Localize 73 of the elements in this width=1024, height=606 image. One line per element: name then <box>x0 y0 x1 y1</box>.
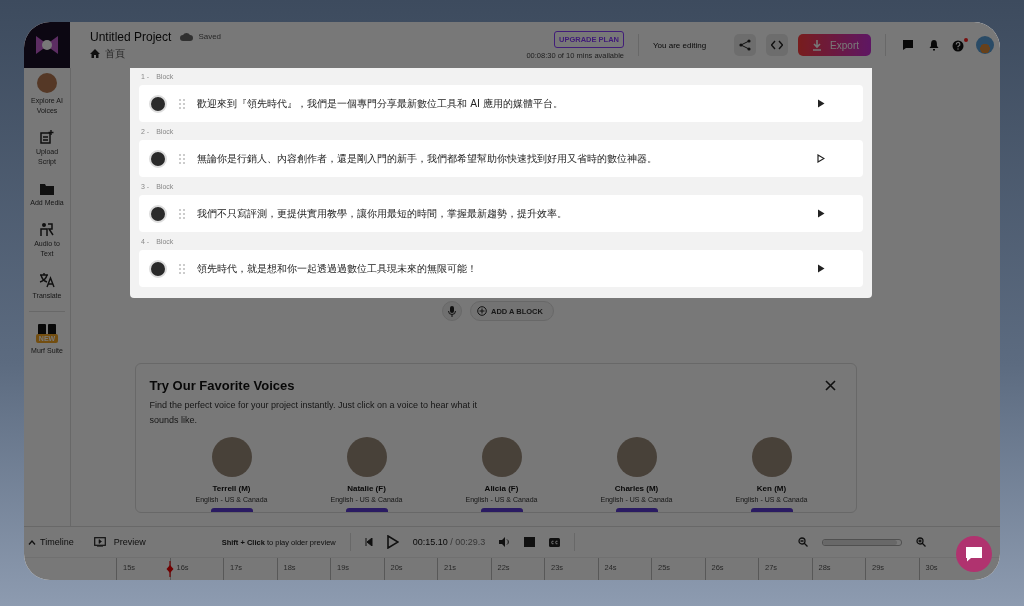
captions-icon[interactable] <box>549 537 561 547</box>
voice-button[interactable] <box>615 507 658 512</box>
microphone-button[interactable] <box>442 301 462 321</box>
chat-bubble-icon <box>965 546 983 562</box>
voice-avatar[interactable] <box>751 436 792 477</box>
drag-handle-icon[interactable] <box>179 263 185 274</box>
caret-icon <box>28 539 36 545</box>
play-icon[interactable] <box>817 264 825 273</box>
share-icon <box>739 39 752 51</box>
voice-avatar[interactable] <box>346 436 387 477</box>
voice-avatar[interactable] <box>616 436 657 477</box>
speaker-avatar[interactable] <box>149 94 167 113</box>
volume-icon[interactable] <box>499 537 511 547</box>
voice-name: Ken (M) <box>756 483 787 493</box>
code-icon <box>771 40 784 50</box>
speaker-avatar[interactable] <box>149 149 167 168</box>
playhead-marker[interactable] <box>166 561 174 577</box>
skip-back-icon[interactable] <box>364 538 373 546</box>
monitor-play-icon <box>93 537 106 547</box>
block-text[interactable]: 領先時代，就是想和你一起透過過數位工具現未來的無限可能！ <box>197 261 805 276</box>
voice-button[interactable] <box>750 507 793 512</box>
bell-icon[interactable] <box>928 39 940 51</box>
help-icon[interactable] <box>952 38 966 52</box>
folder-icon[interactable] <box>40 181 54 195</box>
voice-avatar[interactable] <box>481 436 522 477</box>
card-title: Try Our Favorite Voices <box>149 378 295 393</box>
speaker-person-icon[interactable] <box>40 221 54 236</box>
total-time: / 00:29.3 <box>450 537 486 547</box>
chat-icon[interactable] <box>902 39 914 51</box>
voice-name: Natalie (F) <box>347 483 386 493</box>
card-description: Find the perfect voice for your project instantly. Just click on a voice to hear what it sounds like. <box>149 399 478 428</box>
drag-handle-icon[interactable] <box>179 153 185 164</box>
app-logo[interactable] <box>24 22 70 68</box>
project-title[interactable]: Untitled Project <box>90 29 172 44</box>
home-icon[interactable] <box>90 49 100 58</box>
voice-name: Charles (M) <box>614 483 659 493</box>
drag-handle-icon[interactable] <box>179 98 185 109</box>
upload-script-icon[interactable] <box>40 130 54 145</box>
voice-button[interactable] <box>345 507 388 512</box>
zoom-out-icon[interactable] <box>798 537 808 547</box>
export-button[interactable]: Export <box>798 34 871 56</box>
timeline-toggle[interactable]: Timeline <box>28 537 74 547</box>
speaker-avatar[interactable] <box>149 204 167 223</box>
voice-button[interactable] <box>210 507 253 512</box>
play-icon[interactable] <box>817 209 825 218</box>
translate-icon[interactable] <box>39 273 55 288</box>
cloud-icon <box>180 32 194 41</box>
voice-avatar-icon[interactable] <box>37 73 57 93</box>
breadcrumb[interactable]: 首頁 <box>105 46 125 61</box>
voice-name: Terrell (M) <box>212 483 251 493</box>
block-text[interactable]: 無論你是行銷人、內容創作者，還是剛入門的新手，我們都希望幫助你快速找到好用又省時的數位神器。 <box>197 151 805 166</box>
zoom-slider[interactable] <box>822 538 902 546</box>
download-icon <box>812 39 823 51</box>
save-status: Saved <box>198 32 222 41</box>
play-icon[interactable] <box>817 154 825 163</box>
voice-name: Alicia (F) <box>484 483 519 493</box>
drag-handle-icon[interactable] <box>179 208 185 219</box>
editing-status: You are editing <box>653 40 707 50</box>
share-button[interactable] <box>734 34 757 56</box>
close-icon[interactable] <box>824 380 836 391</box>
plus-circle-icon <box>477 306 487 316</box>
grid-icon[interactable] <box>37 324 57 337</box>
preview-button[interactable]: Preview <box>93 537 146 547</box>
voice-button[interactable] <box>480 507 523 512</box>
embed-button[interactable] <box>766 34 789 56</box>
speaker-avatar[interactable] <box>149 259 167 278</box>
play-icon[interactable] <box>817 99 825 108</box>
current-time: 00:15.10 <box>412 537 448 547</box>
zoom-in-icon[interactable] <box>916 537 926 547</box>
block-text[interactable]: 我們不只寫評測，更提供實用教學，讓你用最短的時間，掌握最新趨勢，提升效率。 <box>197 206 805 221</box>
microphone-icon <box>448 305 456 317</box>
voice-avatar[interactable] <box>211 436 252 477</box>
block-text[interactable]: 歡迎來到『領先時代』，我們是一個專門分享最新數位工具和 AI 應用的媒體平台。 <box>197 96 805 111</box>
